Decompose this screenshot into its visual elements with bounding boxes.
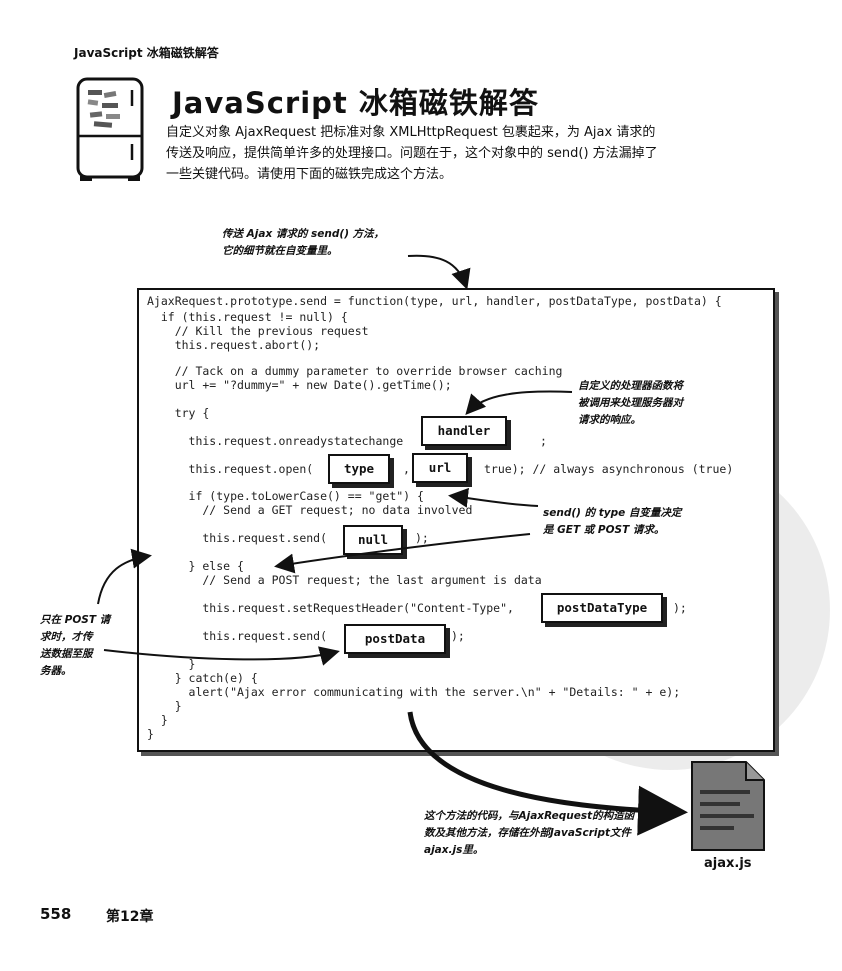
magnet-null[interactable]: null <box>343 525 403 555</box>
code-line: } else { <box>147 559 244 573</box>
code-line: } <box>147 657 196 671</box>
intro-line: 传送及响应，提供简单许多的处理接口。问题在于，这个对象中的 send() 方法漏… <box>166 146 658 161</box>
code-line: AjaxRequest.prototype.send = function(ty… <box>147 294 722 308</box>
annotation-line: ajax.js里。 <box>424 844 484 856</box>
javascript-file-icon <box>691 761 765 851</box>
code-line: , <box>403 462 410 476</box>
page-number: 558 <box>40 905 72 923</box>
running-header: JavaScript 冰箱磁铁解答 <box>74 46 219 60</box>
code-line: ); <box>451 629 465 643</box>
code-line: // Send a GET request; no data involved <box>147 503 473 517</box>
annotation-line: 送数据至服 <box>40 648 93 660</box>
annotation-external-file: 这个方法的代码，与AjaxRequest的构造函 数及其他方法，存储在外部Jav… <box>424 808 634 859</box>
magnet-postData[interactable]: postData <box>344 624 446 654</box>
code-line: true); // always asynchronous (true) <box>484 462 734 476</box>
annotation-line: 自定义的处理器函数将 <box>578 380 683 392</box>
annotation-line: 务器。 <box>40 665 72 677</box>
magnet-handler[interactable]: handler <box>421 416 507 446</box>
code-line: this.request.send( <box>147 531 328 545</box>
magnet-url[interactable]: url <box>412 453 468 483</box>
annotation-post-data: 只在 POST 请 求时，才传 送数据至服 务器。 <box>40 612 110 680</box>
code-line: ; <box>540 434 547 448</box>
code-line: } <box>147 727 154 741</box>
annotation-line: 只在 POST 请 <box>40 614 111 626</box>
arrow-send-method <box>407 254 471 290</box>
code-line: ); <box>673 601 687 615</box>
code-line: ); <box>415 531 429 545</box>
chapter-label: 第12章 <box>106 909 154 925</box>
intro-paragraph: 自定义对象 AjaxRequest 把标准对象 XMLHttpRequest 包… <box>166 122 746 185</box>
annotation-line: 这个方法的代码，与AjaxRequest的构造函 <box>424 810 635 822</box>
annotation-handler: 自定义的处理器函数将 被调用来处理服务器对 请求的响应。 <box>578 378 683 429</box>
code-line: this.request.open( <box>147 462 314 476</box>
code-line: // Kill the previous request <box>147 324 369 338</box>
annotation-line: 传送 Ajax 请求的 send() 方法， <box>222 228 385 240</box>
code-line: } <box>147 713 168 727</box>
annotation-line: send() 的 type 自变量决定 <box>543 507 682 519</box>
code-line: } <box>147 699 182 713</box>
code-line: this.request.setRequestHeader("Content-T… <box>147 601 514 615</box>
annotation-line: 它的细节就在自变量里。 <box>222 245 338 257</box>
code-line: this.request.abort(); <box>147 338 321 352</box>
code-line: if (type.toLowerCase() == "get") { <box>147 489 424 503</box>
annotation-line: 是 GET 或 POST 请求。 <box>543 524 665 536</box>
intro-line: 自定义对象 AjaxRequest 把标准对象 XMLHttpRequest 包… <box>166 125 656 140</box>
code-line: this.request.send( <box>147 629 328 643</box>
magnet-type[interactable]: type <box>328 454 390 484</box>
intro-line: 一些关键代码。请使用下面的磁铁完成这个方法。 <box>166 167 453 182</box>
annotation-line: 数及其他方法，存储在外部JavaScript文件 <box>424 827 632 839</box>
annotation-line: 请求的响应。 <box>578 414 641 426</box>
magnet-postDataType[interactable]: postDataType <box>541 593 663 623</box>
code-line: // Send a POST request; the last argumen… <box>147 573 542 587</box>
fridge-icon <box>76 77 144 181</box>
annotation-send-method: 传送 Ajax 请求的 send() 方法， 它的细节就在自变量里。 <box>222 226 384 260</box>
file-label: ajax.js <box>704 856 752 871</box>
code-line: try { <box>147 406 210 420</box>
annotation-line: 被调用来处理服务器对 <box>578 397 683 409</box>
code-line: // Tack on a dummy parameter to override… <box>147 364 563 378</box>
annotation-line: 求时，才传 <box>40 631 93 643</box>
code-line: if (this.request != null) { <box>147 310 348 324</box>
code-line: url += "?dummy=" + new Date().getTime(); <box>147 378 452 392</box>
annotation-type: send() 的 type 自变量决定 是 GET 或 POST 请求。 <box>543 505 681 539</box>
code-line: alert("Ajax error communicating with the… <box>147 685 681 699</box>
code-line: this.request.onreadystatechange <box>147 434 404 448</box>
page-title: JavaScript 冰箱磁铁解答 <box>172 86 539 120</box>
code-line: } catch(e) { <box>147 671 258 685</box>
